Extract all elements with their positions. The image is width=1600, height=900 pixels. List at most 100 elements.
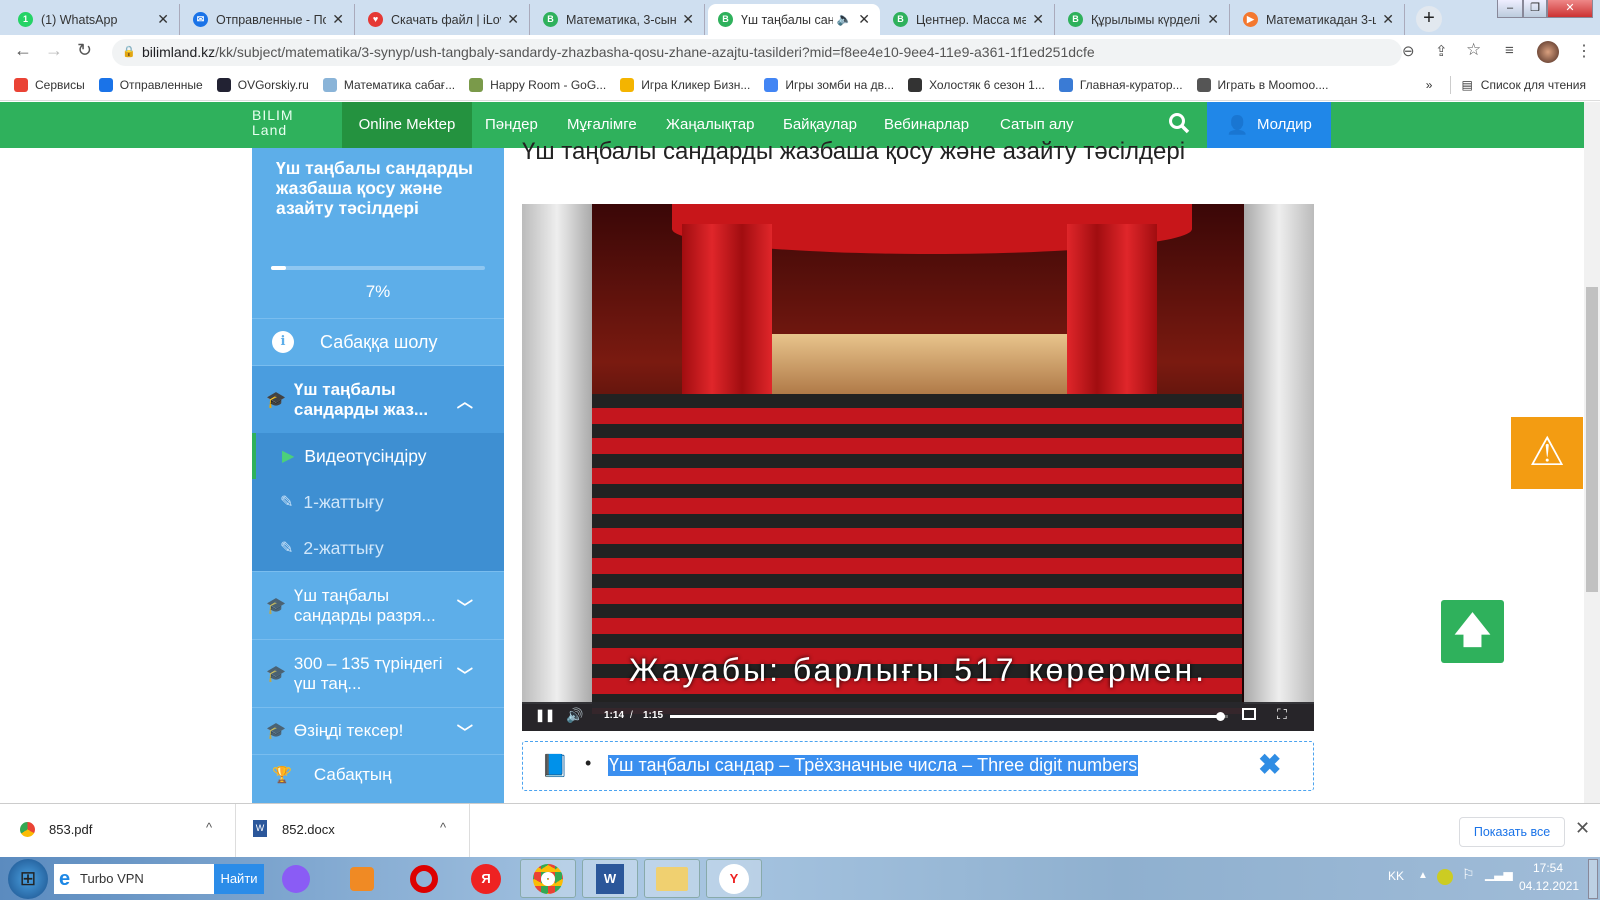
browser-tab[interactable]: B Үш таңбалы сандарды 🔈 ✕: [708, 4, 880, 35]
reload-icon[interactable]: ↻: [77, 40, 92, 61]
sidebar-section-1[interactable]: 🎓 Үш таңбалы сандарды жаз... ︿: [252, 365, 504, 433]
audio-icon[interactable]: 🔈: [837, 12, 853, 27]
browser-tab[interactable]: ✉ Отправленные - Почта ✕: [183, 4, 355, 35]
zoom-icon[interactable]: ⊖: [1402, 42, 1415, 60]
back-icon[interactable]: ←: [14, 40, 32, 61]
tab-close-icon[interactable]: ✕: [858, 11, 870, 28]
new-tab-button[interactable]: +: [1416, 6, 1442, 32]
bookmark-item[interactable]: Главная-куратор...: [1058, 77, 1183, 92]
share-icon[interactable]: ⇪: [1435, 42, 1448, 60]
bookmark-item[interactable]: Отправленные: [98, 77, 203, 92]
tab-close-icon[interactable]: ✕: [1207, 11, 1219, 28]
scroll-to-top-button[interactable]: 🡅: [1441, 600, 1504, 663]
nav-item[interactable]: Online Mektep: [342, 102, 472, 148]
clock-date[interactable]: 04.12.2021: [1519, 879, 1579, 893]
browser-tab[interactable]: B Математика, 3-сынып ✕: [533, 4, 705, 35]
start-button[interactable]: ⊞: [8, 859, 48, 899]
taskbar-search-button[interactable]: Найти: [214, 864, 264, 894]
seek-bar[interactable]: [670, 712, 1228, 721]
minimize-button[interactable]: –: [1497, 0, 1523, 18]
chevron-down-icon[interactable]: ﹀: [457, 662, 473, 686]
sidebar-section-2[interactable]: 🎓 Үш таңбалы сандарды разря... ﹀: [252, 571, 504, 639]
sidebar-subitem-exercise-2[interactable]: ✎ 2-жаттығу: [252, 525, 504, 571]
explorer-taskbar-icon[interactable]: [644, 859, 700, 898]
browser-tab[interactable]: B Центнер. Масса мәні ✕: [883, 4, 1055, 35]
chrome-taskbar-icon[interactable]: [520, 859, 576, 898]
browser-tab[interactable]: ▶ Математикадан 3-шы ✕: [1233, 4, 1405, 35]
bookmark-item[interactable]: Математика сабағ...: [322, 77, 455, 92]
sidebar-section-3[interactable]: 🎓 300 – 135 түріндегі үш таң... ﹀: [252, 639, 504, 707]
seek-handle[interactable]: [1215, 712, 1225, 721]
close-window-button[interactable]: ✕: [1547, 0, 1593, 18]
browser-tab[interactable]: B Құрылымы күрделі ✕: [1058, 4, 1230, 35]
sidebar-subitem-video[interactable]: ▶ Видеотүсіндіру: [252, 433, 504, 479]
tab-close-icon[interactable]: ✕: [1032, 11, 1044, 28]
tab-close-icon[interactable]: ✕: [682, 11, 694, 28]
search-icon[interactable]: [1168, 112, 1190, 134]
close-icon[interactable]: ✖: [1258, 748, 1281, 781]
bookmark-item[interactable]: Happy Room - GoG...: [469, 77, 606, 92]
action-center-flag-icon[interactable]: ⚐: [1462, 866, 1475, 883]
menu-icon[interactable]: ⋮: [1576, 41, 1592, 61]
user-menu-button[interactable]: 👤 Молдир: [1207, 102, 1331, 148]
fullscreen-icon[interactable]: ⛶: [1277, 706, 1287, 723]
reading-list-button[interactable]: ▤ Список для чтения: [1461, 78, 1586, 92]
yandex-browser-icon[interactable]: Я: [458, 859, 514, 898]
sidebar-item-overview[interactable]: i Сабаққа шолу: [252, 318, 504, 365]
tray-expand-icon[interactable]: ▲: [1418, 870, 1428, 881]
url-path: /kk/subject/matematika/3-synyp/ush-tangb…: [215, 44, 1095, 60]
scrollbar-thumb[interactable]: [1586, 287, 1598, 592]
tray-app-icon[interactable]: [1437, 869, 1453, 885]
bookmark-item[interactable]: Холостяк 6 сезон 1...: [908, 77, 1045, 92]
network-icon[interactable]: ▁▃▅: [1485, 867, 1513, 881]
pip-icon[interactable]: [1242, 708, 1256, 720]
bookmark-item[interactable]: Играть в Moomoo....: [1196, 77, 1328, 92]
chevron-up-icon[interactable]: ^: [206, 820, 212, 835]
address-bar[interactable]: 🔒 bilimland.kz/kk/subject/matematika/3-sy…: [112, 39, 1402, 66]
video-player[interactable]: Жауабы: барлығы 517 көрермен. ❚❚ 🔊 1:14 …: [522, 204, 1314, 731]
bookmark-item[interactable]: OVGorskiy.ru: [216, 77, 309, 92]
close-download-bar-icon[interactable]: ✕: [1575, 818, 1590, 839]
pause-icon[interactable]: ❚❚: [535, 708, 555, 722]
bookmark-item[interactable]: Игра Кликер Бизн...: [620, 77, 750, 92]
bilimland-logo[interactable]: BILIM Land: [252, 108, 294, 138]
alice-icon[interactable]: [268, 859, 324, 898]
report-warning-button[interactable]: ⚠: [1511, 417, 1583, 489]
tab-close-icon[interactable]: ✕: [332, 11, 344, 28]
language-indicator[interactable]: KK: [1388, 869, 1404, 883]
show-desktop-button[interactable]: [1588, 859, 1598, 899]
volume-icon[interactable]: 🔊: [566, 707, 583, 724]
chevron-down-icon[interactable]: ﹀: [457, 719, 473, 743]
browser-tab[interactable]: ♥ Скачать файл | iLovePDF ✕: [358, 4, 530, 35]
media-player-icon[interactable]: [334, 859, 390, 898]
taskbar-search-input[interactable]: e Turbo VPN: [54, 864, 214, 894]
tab-close-icon[interactable]: ✕: [507, 11, 519, 28]
chevron-up-icon[interactable]: ^: [440, 820, 446, 835]
bookmark-item[interactable]: Сервисы: [14, 77, 85, 92]
chevron-down-icon[interactable]: ﹀: [457, 594, 473, 618]
yandex-taskbar-icon[interactable]: Y: [706, 859, 762, 898]
show-all-downloads-button[interactable]: Показать все: [1459, 817, 1565, 847]
bookmark-star-icon[interactable]: ☆: [1466, 40, 1481, 60]
bookmark-item[interactable]: Игры зомби на дв...: [764, 77, 894, 92]
opera-icon[interactable]: [396, 859, 452, 898]
download-item[interactable]: W 852.docx ^: [236, 804, 470, 858]
sidebar-section-5[interactable]: 🏆 Сабақтың: [252, 754, 504, 801]
bookmarks-overflow-button[interactable]: »: [1426, 78, 1433, 92]
page-scrollbar[interactable]: [1584, 102, 1600, 803]
sidebar-subitem-exercise-1[interactable]: ✎ 1-жаттығу: [252, 479, 504, 525]
profile-avatar[interactable]: [1537, 41, 1559, 63]
download-item[interactable]: 853.pdf ^: [0, 804, 236, 858]
tab-close-icon[interactable]: ✕: [157, 11, 169, 28]
chevron-up-icon[interactable]: ︿: [457, 388, 473, 412]
clock-time[interactable]: 17:54: [1533, 861, 1563, 875]
maximize-button[interactable]: ❐: [1523, 0, 1547, 18]
browser-tab[interactable]: 1 (1) WhatsApp ✕: [8, 4, 180, 35]
tab-title: Скачать файл | iLovePDF: [391, 12, 501, 27]
word-taskbar-icon[interactable]: W: [582, 859, 638, 898]
media-icon[interactable]: ≡: [1505, 42, 1514, 59]
book-icon: 📘: [541, 753, 569, 778]
forward-icon[interactable]: →: [45, 40, 63, 61]
sidebar-section-4[interactable]: 🎓 Өзіңді тексер! ﹀: [252, 707, 504, 754]
tab-close-icon[interactable]: ✕: [1382, 11, 1394, 28]
